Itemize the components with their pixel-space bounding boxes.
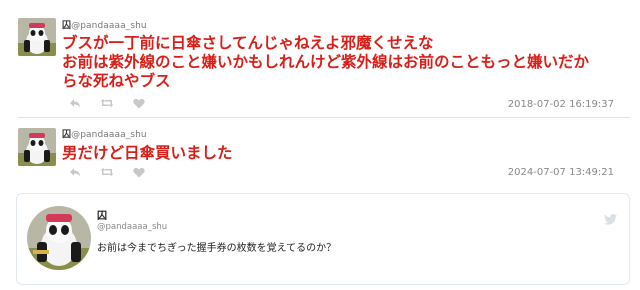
tweet-line: 男だけど日傘買いました [62,144,233,162]
twitter-bird-icon[interactable] [604,210,617,229]
avatar[interactable] [27,206,91,270]
divider [18,117,630,118]
post-actions [68,98,146,112]
tweet-line: お前は紫外線のこと嫌いかもしれんけど紫外線はお前のこともっと嫌いだか [62,53,590,71]
tweet-line: ブスが一丁前に日傘さしてんじゃねえよ邪魔くせえな [62,34,434,52]
timestamp[interactable]: 2018-07-02 16:19:37 [508,99,614,110]
tweet-line: らな死ねやブス [62,72,171,90]
quote-display-name[interactable]: 囚 [97,207,107,222]
display-name[interactable]: 囚 [62,21,71,31]
reply-icon[interactable] [68,167,82,181]
retweet-icon[interactable] [100,167,114,181]
tweet-text: ブスが一丁前に日傘さしてんじゃねえよ邪魔くせえな お前は紫外線のこと嫌いかもしれ… [62,34,622,91]
heart-icon[interactable] [132,167,146,181]
quote-username[interactable]: @pandaaaa_shu [97,222,167,232]
quote-text: お前は今までちぎった握手券の枚数を覚えてるのか？ [97,243,337,254]
post-handle[interactable]: 囚@pandaaaa_shu [62,18,147,31]
username[interactable]: @pandaaaa_shu [71,21,147,31]
username[interactable]: @pandaaaa_shu [71,130,147,140]
heart-icon[interactable] [132,98,146,112]
avatar[interactable] [18,128,56,166]
display-name[interactable]: 囚 [62,130,71,140]
reply-icon[interactable] [68,98,82,112]
post-actions [68,167,146,181]
avatar[interactable] [18,18,56,56]
timestamp[interactable]: 2024-07-07 13:49:21 [508,167,614,178]
quote-card[interactable]: 囚 @pandaaaa_shu お前は今までちぎった握手券の枚数を覚えてるのか？ [16,193,630,285]
retweet-icon[interactable] [100,98,114,112]
tweet-text: 男だけど日傘買いました [62,144,622,163]
post-handle[interactable]: 囚@pandaaaa_shu [62,127,147,140]
